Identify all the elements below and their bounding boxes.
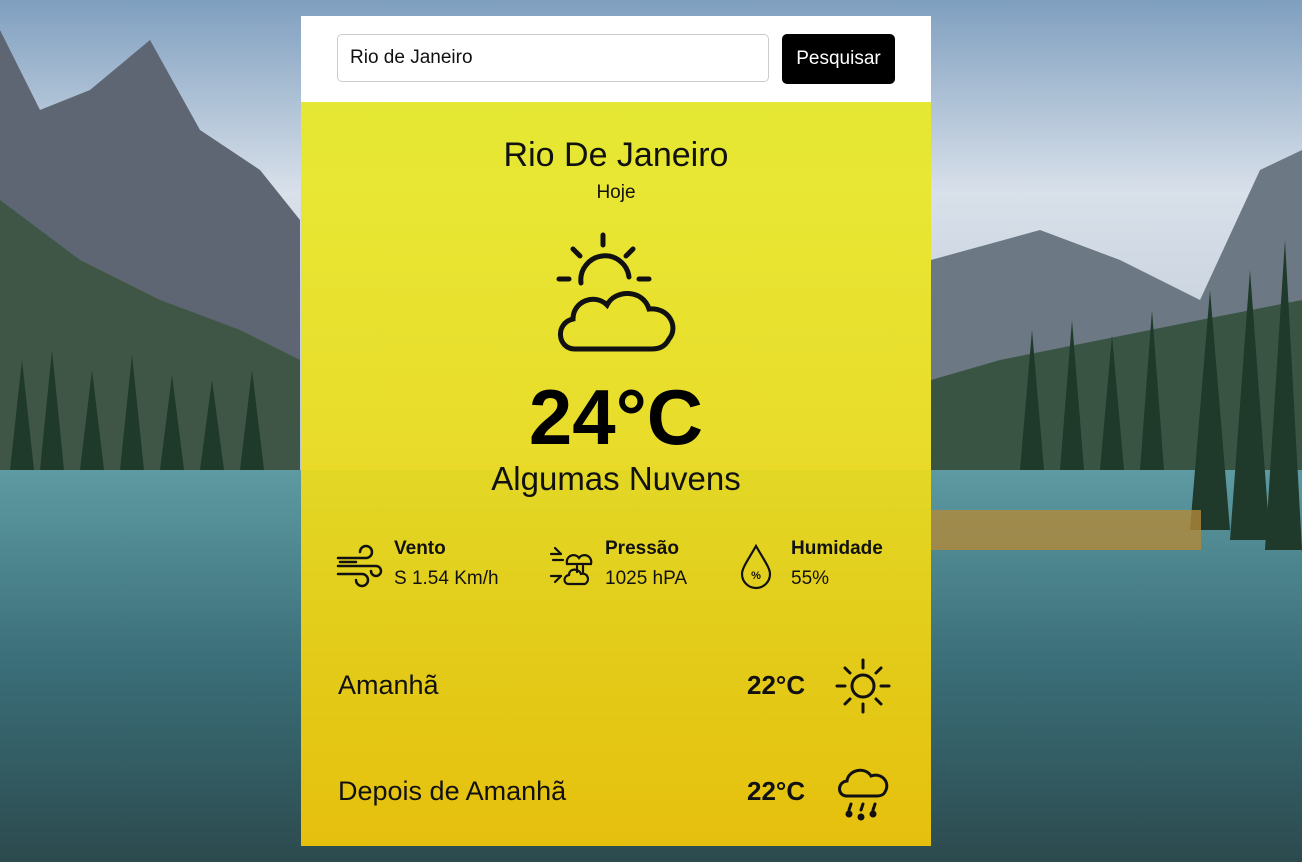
stat-pressure-value: 1025 hPA [605, 568, 688, 589]
search-button[interactable]: Pesquisar [782, 34, 895, 84]
forecast-temp: 22°C [747, 670, 806, 700]
forecast-row: Depois de Amanhã 22°C [301, 762, 931, 822]
stat-humidity-label: Humidade [791, 538, 883, 559]
forecast-row: Amanhã 22°C [301, 656, 931, 716]
day-label: Hoje [596, 182, 636, 203]
rain-cloud-icon [838, 768, 889, 821]
stat-humidity: % Humidade 55% [734, 536, 914, 596]
stat-wind: Vento S 1.54 Km/h [336, 536, 536, 596]
weather-card: Pesquisar Rio De Janeiro Hoje 24°C Algum… [301, 16, 931, 846]
sun-icon [835, 658, 891, 714]
wind-icon [336, 544, 383, 588]
pressure-icon [549, 546, 593, 586]
stat-pressure: Pressão 1025 hPA [547, 536, 727, 596]
city-name: Rio De Janeiro [503, 136, 729, 174]
search-input[interactable] [337, 34, 769, 82]
svg-text:%: % [751, 570, 761, 582]
partly-cloudy-icon [556, 232, 676, 352]
stat-humidity-value: 55% [791, 568, 830, 589]
forecast-temp: 22°C [747, 776, 806, 806]
current-temperature: 24°C [528, 373, 704, 461]
stat-wind-label: Vento [394, 538, 446, 559]
stat-pressure-label: Pressão [605, 538, 679, 559]
weather-description: Algumas Nuvens [491, 460, 741, 497]
humidity-icon: % [740, 543, 772, 590]
forecast-day: Depois de Amanhã [338, 776, 567, 806]
search-bar: Pesquisar [301, 16, 931, 102]
forecast-day: Amanhã [338, 670, 439, 700]
stat-wind-value: S 1.54 Km/h [394, 568, 499, 589]
